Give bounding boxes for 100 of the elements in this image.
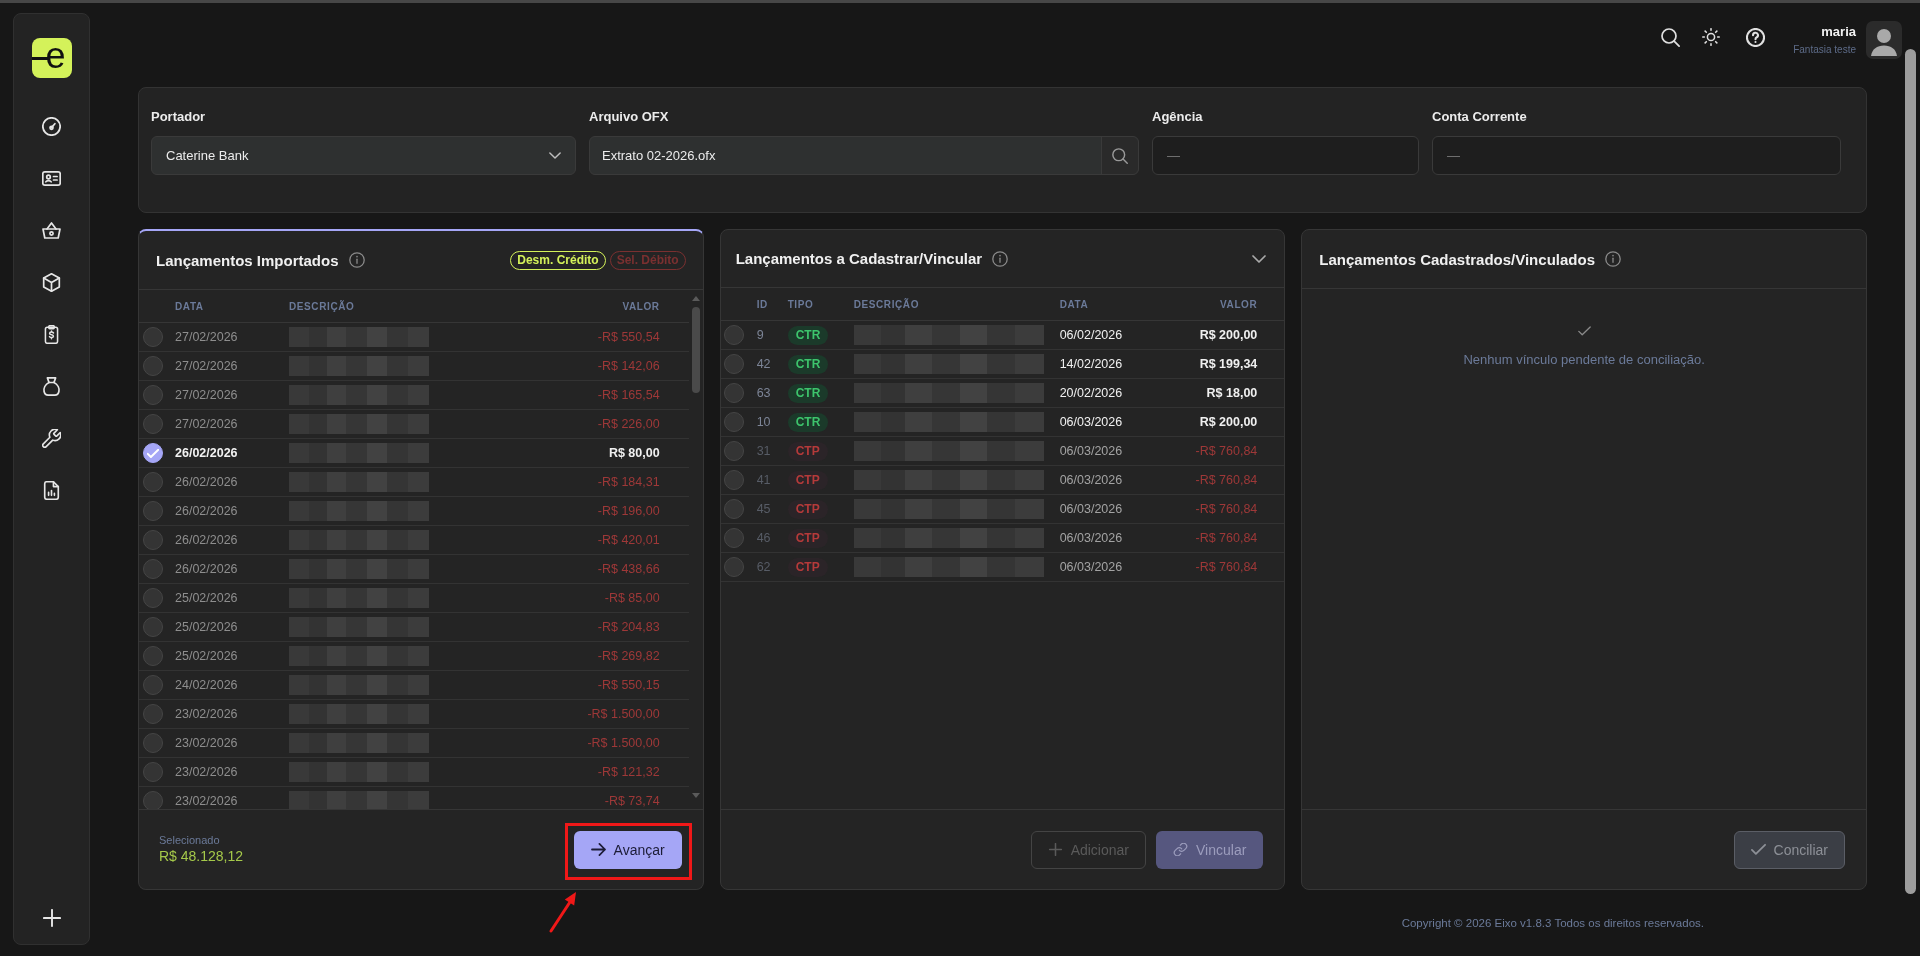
date-cell: 26/02/2026 — [175, 533, 238, 547]
row-checkbox[interactable] — [143, 646, 163, 666]
date-cell: 06/03/2026 — [1059, 473, 1123, 487]
search-icon — [1112, 147, 1128, 164]
date-cell: 25/02/2026 — [175, 620, 238, 634]
link-icon — [1173, 843, 1188, 856]
row-checkbox[interactable] — [723, 383, 744, 403]
row-checkbox[interactable] — [143, 472, 163, 492]
id-cell: 62 — [756, 560, 771, 574]
amount-cell: R$ 200,00 — [1199, 415, 1258, 429]
date-cell: 06/03/2026 — [1059, 502, 1123, 516]
date-cell: 25/02/2026 — [175, 591, 238, 605]
column-header: TIPO — [787, 298, 814, 310]
amount-cell: -R$ 1.500,00 — [587, 736, 660, 750]
amount-cell: -R$ 196,00 — [597, 504, 660, 518]
scroll-down-icon[interactable] — [691, 793, 700, 798]
row-checkbox[interactable] — [143, 733, 163, 753]
row-checkbox[interactable] — [143, 675, 163, 695]
check-icon — [1750, 843, 1766, 856]
column-header: ID — [756, 298, 768, 310]
chart-file-icon[interactable] — [42, 481, 61, 500]
select-field[interactable]: Caterine Bank — [151, 136, 576, 175]
date-cell: 06/03/2026 — [1059, 415, 1123, 429]
cube-icon[interactable] — [42, 273, 61, 292]
row-checkbox[interactable] — [143, 414, 163, 434]
info-icon[interactable] — [992, 250, 1009, 267]
amount-cell: R$ 199,34 — [1199, 357, 1258, 371]
type-badge: CTP — [787, 529, 828, 548]
row-checkbox[interactable] — [143, 588, 163, 608]
date-cell: 27/02/2026 — [175, 388, 238, 402]
row-checkbox[interactable] — [723, 354, 744, 374]
sack-icon[interactable] — [42, 377, 61, 396]
panel-title: Lançamentos Importados — [156, 251, 339, 269]
date-cell: 23/02/2026 — [175, 736, 238, 750]
date-cell: 14/02/2026 — [1059, 357, 1123, 371]
id-card-icon[interactable] — [42, 169, 61, 188]
company-name: Fantasia teste — [1793, 43, 1856, 57]
amount-cell: -R$ 760,84 — [1195, 560, 1258, 574]
gauge-icon[interactable] — [42, 117, 61, 136]
type-badge: CTR — [787, 384, 829, 403]
basket-icon[interactable] — [42, 221, 61, 240]
text-field[interactable]: — — [1432, 136, 1841, 175]
column-header: DATA — [175, 300, 204, 312]
row-checkbox[interactable] — [143, 443, 163, 463]
type-badge: CTP — [787, 442, 828, 461]
amount-cell: -R$ 204,83 — [597, 620, 660, 634]
search-icon[interactable] — [1661, 28, 1681, 47]
id-cell: 10 — [756, 415, 771, 429]
row-checkbox[interactable] — [143, 762, 163, 782]
row-checkbox[interactable] — [143, 617, 163, 637]
row-checkbox[interactable] — [143, 356, 163, 376]
date-cell: 06/03/2026 — [1059, 531, 1123, 545]
sun-icon[interactable] — [1702, 28, 1721, 46]
help-icon[interactable] — [1746, 28, 1766, 47]
column-header: VALOR — [1220, 298, 1258, 310]
date-cell: 26/02/2026 — [175, 562, 238, 576]
copyright-text: Copyright © 2026 Eixo v1.8.3 Todos os direitos reservados. — [1401, 917, 1704, 929]
date-cell: 27/02/2026 — [175, 359, 238, 373]
row-checkbox[interactable] — [143, 501, 163, 521]
amount-cell: R$ 18,00 — [1206, 386, 1258, 400]
field-label: Conta Corrente — [1432, 109, 1527, 125]
text-field[interactable]: — — [1152, 136, 1419, 175]
search-button[interactable] — [1101, 137, 1138, 174]
wrench-icon[interactable] — [42, 429, 61, 448]
scrollbar-thumb[interactable] — [1905, 49, 1916, 894]
row-checkbox[interactable] — [143, 704, 163, 724]
info-icon[interactable] — [348, 252, 365, 268]
amount-cell: -R$ 760,84 — [1195, 531, 1258, 545]
scroll-up-icon[interactable] — [691, 296, 700, 301]
annotation-arrow — [549, 891, 576, 932]
chevron-down-icon — [549, 152, 561, 159]
amount-cell: -R$ 1.500,00 — [587, 707, 660, 721]
row-checkbox[interactable] — [143, 327, 163, 347]
avatar-icon[interactable] — [1866, 21, 1902, 59]
date-cell: 23/02/2026 — [175, 707, 238, 721]
chevron-down-icon[interactable] — [1252, 254, 1267, 263]
amount-cell: -R$ 73,74 — [604, 794, 660, 808]
clipboard-icon[interactable] — [42, 325, 61, 344]
empty-message: Nenhum vínculo pendente de conciliação. — [1463, 352, 1705, 367]
info-icon[interactable] — [1604, 251, 1621, 267]
amount-cell: -R$ 269,82 — [597, 649, 660, 663]
amount-cell: -R$ 550,54 — [597, 330, 660, 344]
date-cell: 06/03/2026 — [1059, 444, 1123, 458]
row-checkbox[interactable] — [143, 385, 163, 405]
type-badge: CTR — [787, 326, 829, 345]
row-checkbox[interactable] — [143, 791, 163, 809]
file-field[interactable]: Extrato 02-2026.ofx — [589, 136, 1139, 175]
row-checkbox[interactable] — [723, 412, 744, 432]
column-header: DATA — [1059, 298, 1089, 310]
advance-button[interactable]: Avançar — [573, 830, 682, 869]
id-cell: 9 — [756, 328, 764, 342]
row-checkbox[interactable] — [143, 530, 163, 550]
row-checkbox[interactable] — [143, 559, 163, 579]
check-icon — [147, 448, 159, 458]
amount-cell: -R$ 420,01 — [597, 533, 660, 547]
scrollbar-thumb[interactable] — [691, 307, 700, 393]
plus-icon[interactable] — [42, 909, 61, 927]
row-checkbox[interactable] — [723, 325, 744, 345]
date-cell: 27/02/2026 — [175, 330, 238, 344]
column-header: DESCRIÇÃO — [289, 300, 355, 312]
